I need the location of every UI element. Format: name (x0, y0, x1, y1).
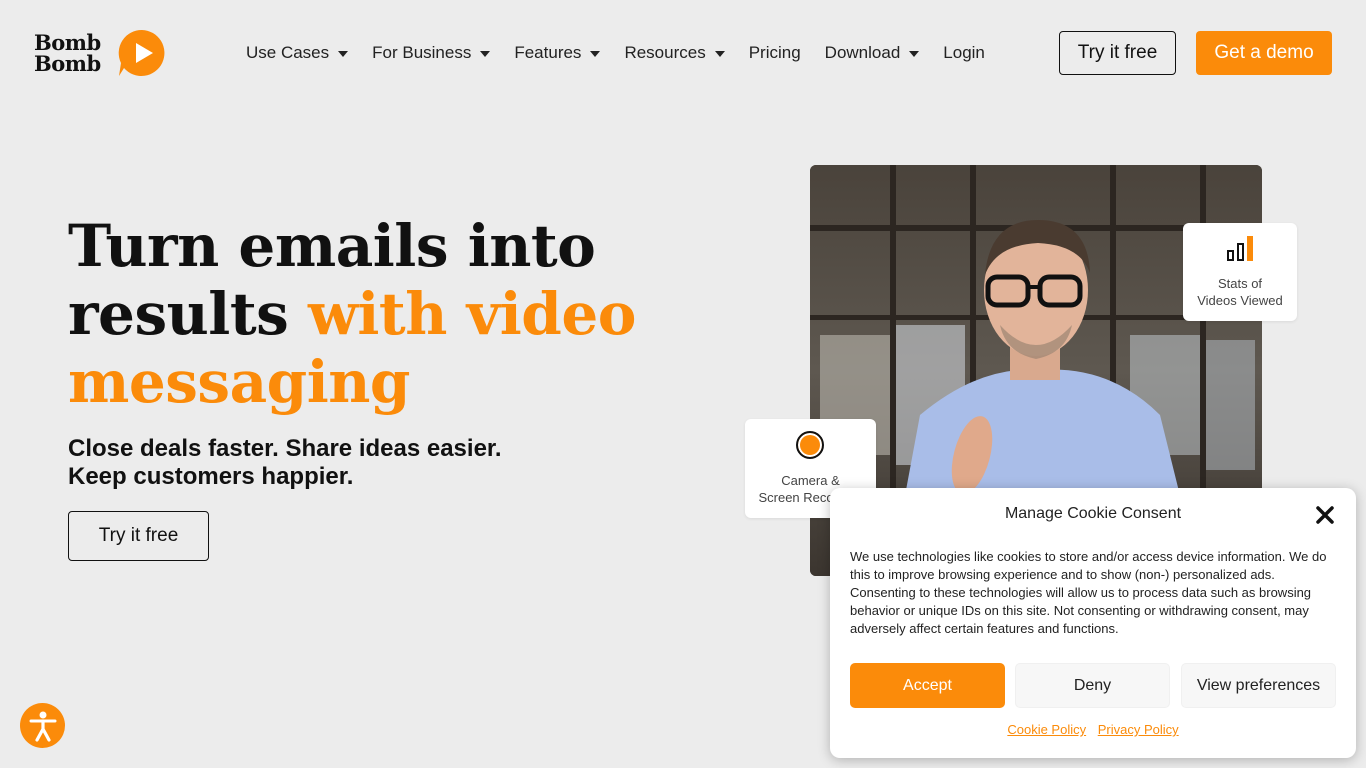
nav-for-business[interactable]: For Business (372, 43, 491, 63)
main-nav: Use Cases For Business Features Resource… (246, 40, 1009, 66)
hero-subtitle: Close deals faster. Share ideas easier. … (68, 435, 502, 490)
cookie-consent-dialog: Manage Cookie Consent We use technologie… (830, 488, 1356, 758)
caret-down-icon (480, 51, 491, 57)
logo-wordmark: Bomb Bomb (34, 30, 101, 76)
accept-cookies-button[interactable]: Accept (850, 663, 1005, 708)
accessibility-button[interactable] (20, 703, 65, 748)
bombbomb-logo[interactable]: Bomb Bomb (34, 28, 166, 78)
bar-chart-icon (1227, 236, 1253, 261)
try-free-header-button[interactable]: Try it free (1059, 31, 1176, 75)
caret-down-icon (909, 51, 920, 57)
record-icon (796, 431, 824, 459)
caret-down-icon (590, 51, 601, 57)
stats-feature-card: Stats of Videos Viewed (1183, 223, 1297, 321)
close-icon[interactable] (1314, 504, 1336, 526)
nav-features[interactable]: Features (514, 43, 601, 63)
nav-login[interactable]: Login (943, 43, 985, 63)
cookie-dialog-title: Manage Cookie Consent (1004, 505, 1182, 522)
nav-resources[interactable]: Resources (624, 43, 725, 63)
nav-use-cases[interactable]: Use Cases (246, 43, 349, 63)
stats-feature-label: Stats of Videos Viewed (1197, 276, 1283, 308)
cookie-dialog-body: We use technologies like cookies to stor… (850, 549, 1327, 636)
hero-title: Turn emails into results with video mess… (68, 212, 636, 416)
deny-cookies-button[interactable]: Deny (1015, 663, 1170, 708)
try-free-hero-button[interactable]: Try it free (68, 511, 209, 561)
cookie-policy-links: Cookie Policy Privacy Policy (830, 722, 1356, 737)
play-bubble-icon (118, 29, 165, 77)
nav-download[interactable]: Download (825, 43, 920, 63)
accessibility-icon (29, 711, 56, 742)
cookie-policy-link[interactable]: Cookie Policy (1007, 722, 1086, 737)
get-demo-button[interactable]: Get a demo (1196, 31, 1332, 75)
nav-pricing[interactable]: Pricing (749, 43, 801, 63)
caret-down-icon (338, 51, 349, 57)
caret-down-icon (714, 51, 725, 57)
privacy-policy-link[interactable]: Privacy Policy (1098, 722, 1179, 737)
view-preferences-button[interactable]: View preferences (1181, 663, 1336, 708)
